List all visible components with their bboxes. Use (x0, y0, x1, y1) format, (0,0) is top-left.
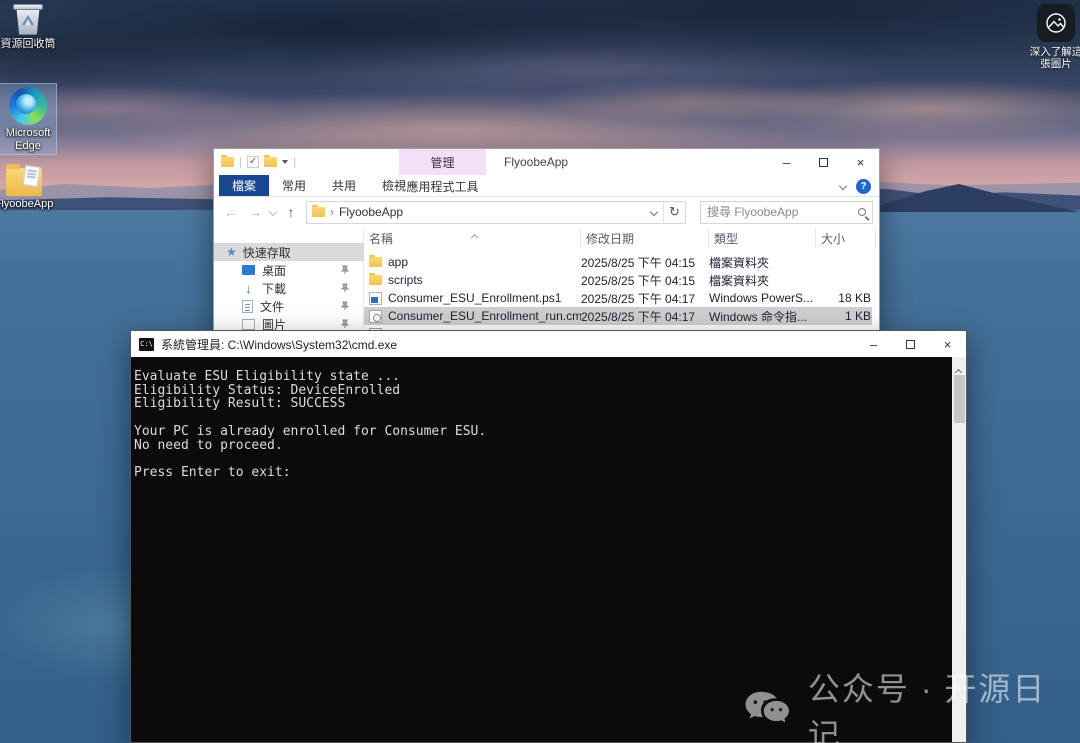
powershell-file-icon (369, 292, 382, 305)
documents-label: 文件 (260, 298, 284, 315)
desktop-icon-spotlight[interactable]: 深入了解這 張圖片 (1028, 4, 1080, 70)
edge-label: Microsoft Edge (0, 127, 56, 153)
column-header-date[interactable]: 修改日期 (581, 228, 709, 248)
tab-file[interactable]: 檔案 (219, 175, 269, 196)
file-row-app[interactable]: app 2025/8/25 下午 04:15 檔案資料夾 (364, 253, 872, 271)
cmd-close-button[interactable]: × (929, 331, 966, 357)
minimize-button[interactable]: – (768, 149, 805, 175)
console-output: Evaluate ESU Eligibility state ... Eligi… (134, 370, 486, 480)
date-header-label: 修改日期 (586, 230, 634, 247)
scrollbar-thumb[interactable] (954, 375, 965, 423)
file-row-cmd-selected[interactable]: Consumer_ESU_Enrollment_run.cmd 2025/8/2… (364, 307, 872, 325)
address-toolbar: ← → ↑ › FlyoobeApp ↻ (214, 197, 879, 227)
desktop-icon-flyoobeapp[interactable]: FlyoobeApp (0, 166, 58, 211)
qat-separator2: | (293, 155, 296, 169)
name-header-label: 名稱 (369, 230, 393, 247)
forward-arrow-icon[interactable]: → (246, 204, 264, 220)
size-header-label: 大小 (821, 230, 845, 247)
folder-icon[interactable] (221, 157, 234, 167)
quick-access-label: 快速存取 (243, 244, 291, 261)
folder-icon (369, 275, 382, 285)
star-icon: ★ (226, 245, 237, 259)
sidebar-item-quick-access[interactable]: ★ 快速存取 (214, 243, 364, 261)
pin-icon (340, 301, 350, 311)
desktop-icon-small (242, 265, 255, 275)
cmd-window-controls: – × (855, 331, 966, 357)
maximize-button[interactable] (805, 149, 842, 175)
tab-share[interactable]: 共用 (319, 175, 369, 196)
pin-icon (340, 265, 350, 275)
new-folder-icon[interactable] (264, 157, 277, 167)
sidebar-item-desktop[interactable]: 桌面 (214, 261, 364, 279)
tab-application-tools[interactable]: 應用程式工具 (399, 175, 486, 197)
pin-icon (340, 319, 350, 329)
cmd-maximize-button[interactable] (892, 331, 929, 357)
search-box[interactable] (700, 201, 873, 224)
sidebar-item-downloads[interactable]: ↓ 下載 (214, 279, 364, 297)
sort-ascending-icon (471, 234, 478, 241)
document-icon (242, 300, 253, 313)
search-input[interactable] (701, 205, 846, 219)
pin-icon (340, 283, 350, 293)
desktop-icon-recycle-bin[interactable]: 資源回收筒 (0, 2, 56, 51)
column-header-size[interactable]: 大小 (816, 228, 876, 248)
close-button[interactable]: × (842, 149, 879, 175)
explorer-window: | ✓ | 管理 FlyoobeApp – × 檔案 常用 共用 檢視 應用程式… (213, 148, 880, 348)
properties-check-icon[interactable]: ✓ (247, 156, 259, 168)
file-row-ps1[interactable]: Consumer_ESU_Enrollment.ps1 2025/8/25 下午… (364, 289, 872, 307)
spotlight-label: 深入了解這 張圖片 (1028, 46, 1080, 70)
wechat-icon (742, 689, 794, 731)
up-arrow-icon[interactable]: ↑ (282, 204, 300, 220)
ribbon-manage-label[interactable]: 管理 (399, 149, 486, 175)
search-icon (858, 208, 866, 216)
file-row-scripts[interactable]: scripts 2025/8/25 下午 04:15 檔案資料夾 (364, 271, 872, 289)
refresh-icon[interactable]: ↻ (663, 202, 685, 223)
breadcrumb-separator: › (330, 205, 334, 219)
column-header-name[interactable]: 名稱 (364, 228, 581, 248)
tab-home[interactable]: 常用 (269, 175, 319, 196)
column-header-type[interactable]: 類型 (709, 228, 816, 248)
qat-separator: | (239, 155, 242, 169)
cmd-window-title: 系統管理員: C:\Windows\System32\cmd.exe (161, 336, 397, 353)
ribbon-tabs: 檔案 常用 共用 檢視 應用程式工具 ? (214, 175, 879, 197)
qat-customize-caret-icon[interactable] (282, 160, 288, 164)
type-header-label: 類型 (714, 230, 738, 247)
edge-logo-icon (9, 87, 47, 125)
download-arrow-icon: ↓ (242, 281, 255, 296)
help-icon[interactable]: ? (856, 179, 871, 194)
recent-locations-chevron-icon[interactable] (269, 208, 277, 216)
quick-access-toolbar: | ✓ | (214, 155, 296, 169)
breadcrumb-path[interactable]: FlyoobeApp (339, 205, 403, 219)
cmd-minimize-button[interactable]: – (855, 331, 892, 357)
cmd-titlebar[interactable]: C:\ 系統管理員: C:\Windows\System32\cmd.exe –… (131, 331, 966, 357)
recycle-bin-label: 資源回收筒 (0, 38, 56, 51)
downloads-label: 下載 (262, 280, 286, 297)
watermark-text: 公众号 · 开源日记 (808, 664, 1080, 743)
picture-icon (1037, 4, 1075, 42)
folder-with-files-icon (6, 168, 42, 196)
explorer-window-title: FlyoobeApp (504, 149, 568, 175)
watermark: 公众号 · 开源日记 (742, 664, 1080, 743)
pictures-icon (242, 319, 255, 330)
desktop-icon-edge[interactable]: Microsoft Edge (0, 84, 56, 154)
cmd-icon: C:\ (139, 338, 154, 351)
explorer-titlebar[interactable]: | ✓ | 管理 FlyoobeApp – × (214, 149, 879, 175)
ribbon-collapse-chevron-icon[interactable] (839, 182, 847, 190)
back-arrow-icon[interactable]: ← (222, 204, 240, 220)
sidebar-item-documents[interactable]: 文件 (214, 297, 364, 315)
desktop-label: 桌面 (262, 262, 286, 279)
address-folder-icon (312, 207, 325, 217)
recycle-bin-icon (11, 4, 45, 36)
address-bar[interactable]: › FlyoobeApp ↻ (306, 201, 686, 224)
explorer-window-controls: – × (768, 149, 879, 175)
flyoobeapp-label: FlyoobeApp (0, 198, 58, 211)
address-dropdown-chevron-icon[interactable] (645, 209, 663, 215)
folder-icon (369, 257, 382, 267)
cmd-file-icon (369, 310, 382, 323)
